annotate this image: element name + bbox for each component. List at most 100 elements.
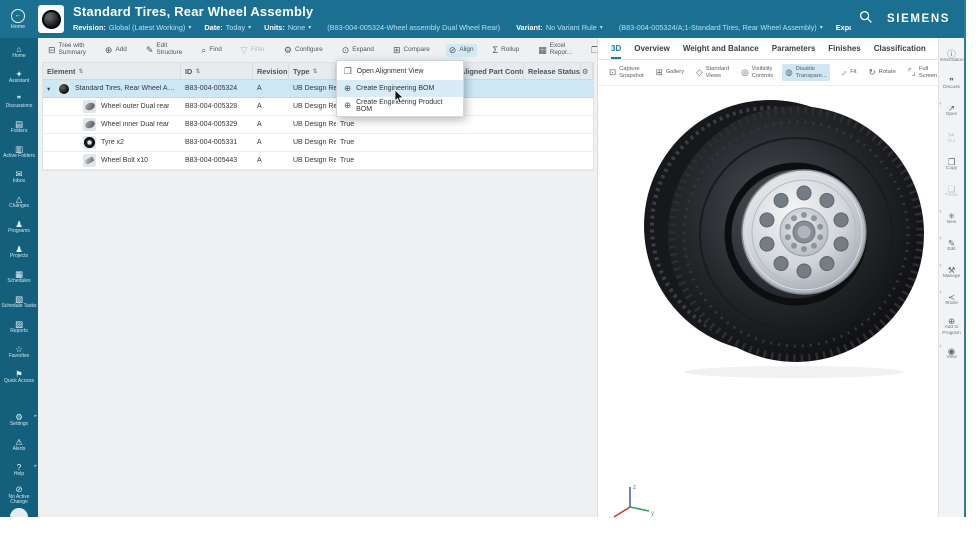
toolbar-edit-structure-button[interactable]: ✎ Edit Structure — [143, 41, 185, 59]
element-name: Wheel outer Dual rear — [101, 103, 169, 110]
part-type: UB Design Revi... — [289, 139, 336, 146]
sidebar-item-reports[interactable]: ▨ Reports — [0, 315, 38, 340]
sidebar-item-settings[interactable]: ⚙ Settings — [0, 408, 38, 433]
sidebar-item-home[interactable]: ⌂ Home — [0, 40, 38, 65]
toolbar-compare-button[interactable]: ⊞ Compare — [390, 44, 433, 57]
reports-icon: ▨ — [15, 320, 23, 329]
table-row-row-tyre[interactable]: Tyre x2 B83-004-005331 A UB Design Revi.… — [43, 134, 593, 152]
toolbar-tree-with-summary-button[interactable]: ⊟ Tree with Summary — [45, 41, 89, 59]
sidebar-item-discussions[interactable]: ❞ Discussions — [0, 90, 38, 115]
sidebar-item-programs[interactable]: ♟ Programs — [0, 215, 38, 240]
toolbar-add-button[interactable]: ⊕ Add — [102, 44, 130, 57]
table-row-row-assembly[interactable]: ▾ Standard Tires, Rear Wheel Assembly B8… — [43, 80, 593, 98]
column-id[interactable]: ID⇅ — [181, 63, 253, 79]
help-icon: ? — [17, 463, 22, 472]
viewer-capture-snapshot-button[interactable]: ⊡ Capture Snapshot — [606, 64, 647, 81]
sidebar-item-schedules[interactable]: ▦ Schedules — [0, 265, 38, 290]
tab-finishes[interactable]: Finishes — [828, 38, 860, 59]
screenshot-stage: ← Home Standard Tires, Rear Wheel Assemb… — [0, 0, 980, 551]
command-new[interactable]: ✳ New — [939, 205, 965, 232]
visibility-controls-icon: ◎ — [741, 68, 748, 77]
tab-3d[interactable]: 3D — [611, 38, 621, 59]
sidebar-item-changes[interactable]: △ Changes — [0, 190, 38, 215]
toolbar-find-button[interactable]: ⌕ Find — [198, 44, 224, 57]
config-field-date[interactable]: Date: Today ▾ — [204, 23, 251, 32]
sort-icon: ⇅ — [313, 68, 318, 75]
tab-overview[interactable]: Overview — [634, 38, 670, 59]
column-type[interactable]: Type⇅ — [289, 63, 336, 79]
command-open[interactable]: ↗ Open — [939, 97, 965, 124]
sidebar-item-help[interactable]: ? Help — [0, 458, 38, 483]
header-home-label: Home — [11, 24, 25, 30]
axis-z-label: z — [633, 485, 636, 491]
table-row-row-wheel-outer[interactable]: Wheel outer Dual rear B83-004-005328 A U… — [43, 98, 593, 116]
command-discuss[interactable]: ❞ Discuss — [939, 70, 965, 97]
command-paste[interactable]: ❏ Paste — [939, 178, 965, 205]
menu-item-open-alignment-view[interactable]: ❐ Open Alignment View — [337, 63, 463, 80]
sidebar-item-quick-access[interactable]: ⚑ Quick Access — [0, 365, 38, 390]
3d-viewport[interactable]: z x y — [598, 86, 938, 518]
viewer-visibility-controls-button[interactable]: ◎ Visibility Controls — [738, 64, 776, 81]
column-release-status[interactable]: Release Status⇅ — [524, 63, 581, 79]
command-edit[interactable]: ✎ Edit — [939, 232, 965, 259]
command-add-to-program[interactable]: ⊕ Add to Program — [939, 313, 965, 340]
column-revision[interactable]: Revision⇅ — [253, 63, 289, 79]
tab-parameters[interactable]: Parameters — [772, 38, 816, 59]
assembly-thumbnail[interactable] — [38, 5, 64, 33]
viewer-rotate-button[interactable]: ↻ Rotate — [866, 66, 899, 79]
viewer-disable-transparency-button[interactable]: ◍ Disable Transpare... — [782, 64, 829, 81]
bom-tree-panel: ⊟ Tree with Summary ⊕ Add ✎ Edit Structu… — [38, 38, 597, 517]
config-field-content-context[interactable]: (B83-004-005324-Wheel assembly Dual Whee… — [324, 23, 503, 32]
command-manage[interactable]: ⚒ Manage — [939, 259, 965, 286]
toolbar-expand-button[interactable]: ⊙ Expand — [339, 44, 377, 57]
command-copy[interactable]: ❐ Copy — [939, 151, 965, 178]
user-avatar[interactable] — [10, 508, 28, 517]
viewer-fit-button[interactable]: ↔ Fit — [836, 66, 860, 79]
sidebar-item-schedule-tasks[interactable]: ▧ Schedule Tasks — [0, 290, 38, 315]
config-field-variant-context[interactable]: (B83-004-005324/A;1-Standard Tires, Rear… — [616, 23, 823, 32]
tire-thumbnail-icon — [42, 10, 61, 29]
column-settings-gear-icon[interactable]: ⚙ — [581, 63, 593, 79]
search-icon[interactable] — [859, 10, 873, 29]
expand-caret-icon[interactable]: ▾ — [47, 85, 57, 93]
standard-views-icon: ◇ — [696, 68, 703, 77]
command-view[interactable]: ◉ View — [939, 340, 965, 367]
sidebar-item-projects[interactable]: ♟ Projects — [0, 240, 38, 265]
command-cut[interactable]: ✂ Cut — [939, 124, 965, 151]
column-element[interactable]: Element⇅ — [43, 63, 181, 79]
viewer-full-screen-button[interactable]: ⌜⌟ Full Screen — [905, 64, 938, 81]
toolbar-rollup-button[interactable]: Σ Rollup — [490, 44, 523, 57]
toolbar-align-button[interactable]: ⊘ Align — [446, 44, 477, 57]
config-field-units[interactable]: Units: None ▾ — [264, 23, 311, 32]
table-row-row-wheel-bolt[interactable]: Wheel Bolt x10 B83-004-005443 A UB Desig… — [43, 152, 593, 170]
command-information[interactable]: ⓘ Information — [939, 43, 965, 70]
toolbar-duplicate-button[interactable]: ❐ Duplicate — [588, 44, 597, 57]
sidebar-item-assistant[interactable]: ✦ Assistant — [0, 65, 38, 90]
sidebar-item-folders[interactable]: ▤ Folders — [0, 115, 38, 140]
sidebar-item-alerts[interactable]: ⚠ Alerts — [0, 433, 38, 458]
config-field-variant[interactable]: Variant: No Variant Rule ▾ — [516, 23, 603, 32]
discuss-icon: ❞ — [949, 77, 954, 86]
command-share[interactable]: ≺ Share — [939, 286, 965, 313]
new-icon: ✳ — [948, 212, 955, 221]
element-name: Wheel Bolt x10 — [101, 157, 148, 164]
sidebar-item-inbox[interactable]: ✉ Inbox — [0, 165, 38, 190]
toolbar-configure-button[interactable]: ⚙ Configure — [281, 44, 326, 57]
toolbar-excel-report-button[interactable]: ▦ Excel Repor... — [535, 41, 575, 59]
config-field-revision[interactable]: Revision: Global (Latest Working) ▾ — [73, 23, 191, 32]
paste-icon: ❏ — [948, 185, 956, 194]
tab-weight-and-balance[interactable]: Weight and Balance — [683, 38, 759, 59]
column-aligned-part-content[interactable]: Aligned Part Conte...⇅ — [456, 63, 524, 79]
toolbar-filter-button[interactable]: ▽ Filter — [238, 44, 268, 57]
sidebar-item-no-active-change[interactable]: ⊘ No Active Change — [0, 483, 38, 508]
viewer-gallery-button[interactable]: ⊞ Gallery — [653, 66, 688, 79]
table-row-row-wheel-inner[interactable]: Wheel inner Dual rear B83-004-005329 A U… — [43, 116, 593, 134]
sidebar-item-active-folders[interactable]: ▥ Active Folders — [0, 140, 38, 165]
tab-classification[interactable]: Classification — [874, 38, 926, 59]
header-home-button[interactable]: ← Home — [0, 0, 36, 38]
part-type: UB Design Revi... — [289, 157, 336, 164]
sidebar-item-favorites[interactable]: ☆ Favorites — [0, 340, 38, 365]
config-field-expansion[interactable]: Expansion: No Rule ▾ — [836, 23, 851, 32]
viewer-standard-views-button[interactable]: ◇ Standard Views — [693, 64, 732, 81]
sort-icon: ⇅ — [195, 68, 200, 75]
